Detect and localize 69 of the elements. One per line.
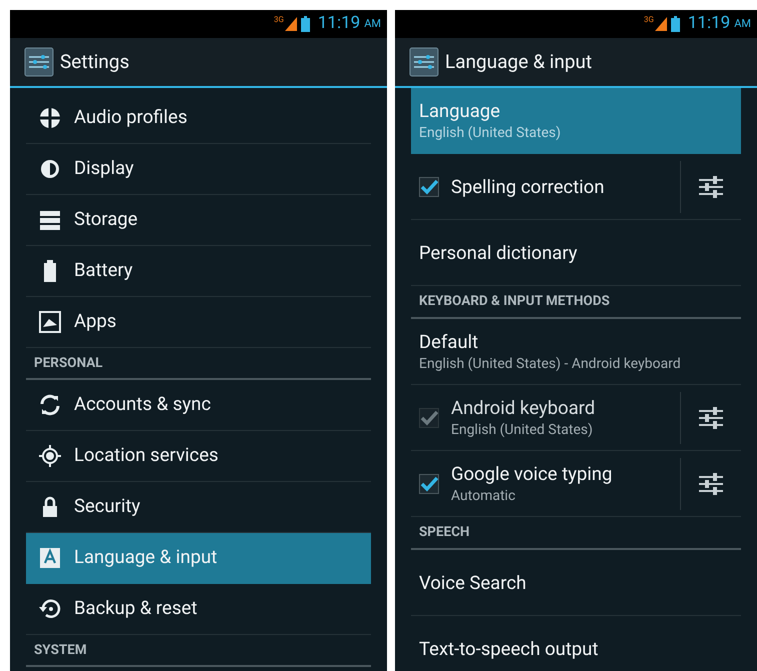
battery-status-icon — [300, 16, 310, 32]
preference-title: Text-to-speech output — [419, 636, 600, 660]
keyboard-letter-icon — [38, 546, 62, 570]
preference-summary: Automatic — [451, 486, 516, 506]
preference-summary: English (United States) - Android keyboard — [419, 354, 682, 374]
item-label: Audio profiles — [74, 105, 188, 130]
preference-title: Language — [419, 98, 502, 122]
preference-title: Personal dictionary — [419, 240, 578, 264]
preference-item[interactable]: Language English (United States) — [411, 88, 741, 154]
item-label: Location services — [74, 443, 218, 468]
settings-item[interactable]: Language & input — [26, 533, 371, 584]
clock-period: AM — [364, 16, 381, 32]
check-icon — [420, 410, 438, 426]
settings-sliders-icon[interactable] — [698, 174, 724, 198]
signal-icon — [654, 17, 667, 31]
network-type: 3G — [644, 16, 654, 24]
settings-item[interactable]: Backup & reset — [26, 584, 371, 635]
header-label: SYSTEM — [34, 640, 87, 660]
preference-title: Default — [419, 330, 480, 354]
storage-icon — [38, 208, 62, 232]
preference-title: Google voice typing — [451, 462, 614, 486]
item-label: Accounts & sync — [74, 392, 211, 418]
pie-icon — [38, 106, 62, 130]
item-label: Display — [74, 156, 134, 182]
check-icon — [420, 178, 438, 194]
screen-title: Language & input — [445, 48, 592, 75]
preference-item[interactable]: Voice Search — [411, 550, 741, 616]
brightness-icon — [38, 157, 62, 181]
item-label: Storage — [74, 207, 138, 232]
settings-item[interactable]: Storage — [26, 195, 371, 246]
item-label: Security — [74, 494, 140, 520]
settings-sliders-icon[interactable] — [698, 406, 724, 430]
signal-icon — [284, 17, 297, 31]
preference-item[interactable]: Personal dictionary — [411, 220, 741, 286]
check-icon — [420, 476, 438, 492]
settings-item[interactable]: Apps — [26, 297, 371, 348]
preference-title: Spelling correction — [451, 174, 606, 198]
item-label: Language & input — [74, 545, 218, 570]
preference-title: Voice Search — [419, 570, 528, 594]
header-label: KEYBOARD & INPUT METHODS — [419, 292, 610, 312]
location-icon — [38, 444, 62, 468]
preference-item[interactable]: Text-to-speech output — [411, 616, 741, 671]
clock-period: AM — [734, 16, 751, 32]
item-label: Backup & reset — [74, 596, 198, 622]
settings-item[interactable]: Display — [26, 144, 371, 195]
clock: 11:19 — [688, 12, 730, 36]
sync-icon — [38, 393, 62, 417]
screen-title: Settings — [60, 48, 130, 75]
settings-item[interactable]: Location services — [26, 431, 371, 482]
checkbox[interactable] — [419, 176, 439, 196]
settings-sliders-icon[interactable] — [698, 472, 724, 496]
settings-item[interactable]: Audio profiles — [26, 93, 371, 144]
clock: 11:19 — [318, 12, 360, 36]
header-label: SPEECH — [419, 523, 470, 542]
preference-summary: English (United States) — [451, 420, 594, 440]
item-label: Battery — [74, 258, 133, 284]
battery-status-icon — [670, 16, 680, 32]
settings-item[interactable]: Accounts & sync — [26, 380, 371, 431]
preference-item[interactable]: Default English (United States) - Android keyboard — [411, 319, 741, 385]
restore-icon — [38, 597, 62, 621]
network-type: 3G — [274, 16, 284, 24]
preference-title: Android keyboard — [451, 396, 596, 420]
checkbox[interactable] — [419, 474, 439, 494]
header-label: PERSONAL — [34, 354, 103, 373]
settings-app-icon[interactable] — [24, 47, 54, 77]
settings-app-icon[interactable] — [409, 47, 439, 77]
preference-summary: English (United States) — [419, 124, 562, 142]
settings-item[interactable]: Battery — [26, 246, 371, 297]
item-label: Apps — [74, 309, 116, 334]
